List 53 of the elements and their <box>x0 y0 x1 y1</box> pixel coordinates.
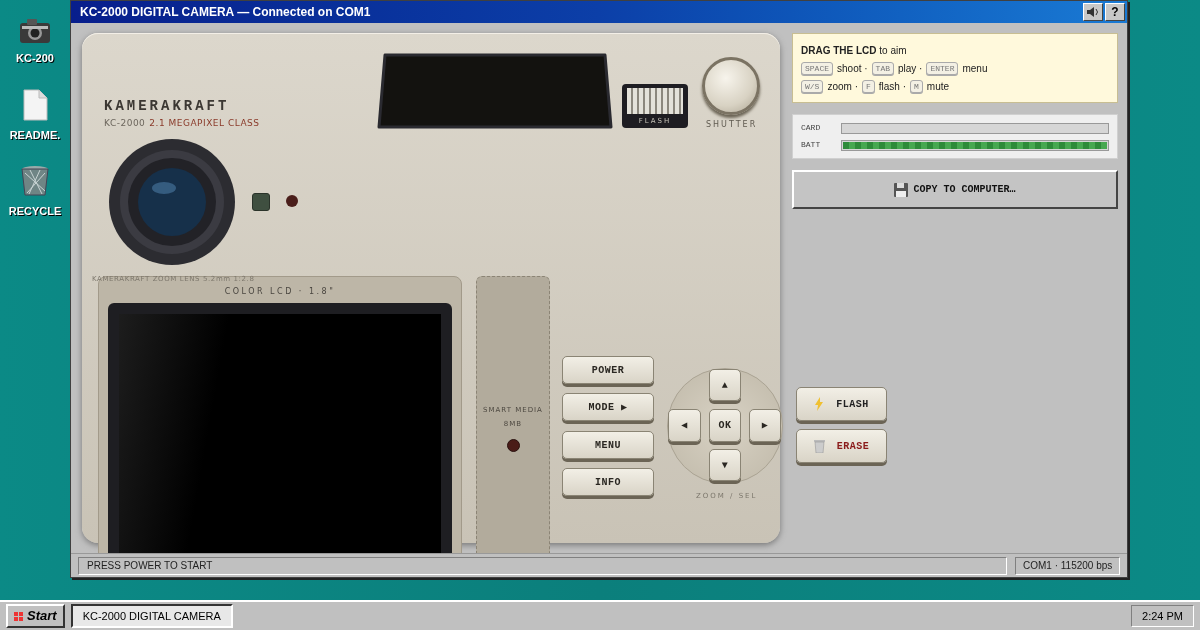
drag-hint: DRAG THE LCD to aim <box>801 44 908 58</box>
status-port: COM1 · 115200 bps <box>1015 556 1120 575</box>
speaker-button[interactable] <box>1083 3 1103 21</box>
window-title: KC-2000 DIGITAL CAMERA — Connected on COM1 <box>80 4 371 21</box>
camera-icon <box>19 18 51 44</box>
key-action: mute <box>926 80 950 94</box>
status-message: PRESS POWER TO START <box>78 556 1007 575</box>
lightning-icon <box>814 397 825 411</box>
start-button[interactable]: Start <box>6 604 65 628</box>
camera-button[interactable]: MENU <box>562 431 654 459</box>
indicator-light <box>252 193 270 211</box>
shutter-label: SHUTTER <box>706 119 758 131</box>
key-action: play · <box>898 62 923 76</box>
camera-button[interactable]: ▼ <box>709 449 741 481</box>
camera-button[interactable]: MODE ▶ <box>562 393 654 421</box>
windows-logo-icon <box>14 611 23 621</box>
meter-label: BATT <box>801 139 822 151</box>
meter-label: CARD <box>801 122 822 134</box>
desktop-icon-label[interactable]: KC-200 <box>16 50 54 67</box>
speaker-icon <box>1086 6 1100 18</box>
document-icon <box>21 88 49 121</box>
card-light <box>506 439 520 452</box>
key-cap: W/S <box>801 80 824 93</box>
trash-icon <box>20 165 50 197</box>
trash-icon <box>813 439 825 453</box>
key-action: flash · <box>878 80 906 94</box>
key-action: menu <box>962 62 988 76</box>
flash-grille <box>627 88 683 114</box>
key-action: zoom · <box>827 80 858 94</box>
key-cap: SPACE <box>801 62 833 75</box>
camera-button[interactable]: POWER <box>562 356 654 384</box>
flash-button[interactable]: FLASH <box>796 387 887 421</box>
camera-button[interactable]: ▶ <box>749 409 781 442</box>
lcd-label: COLOR LCD · 1.8" <box>224 286 336 298</box>
taskbar-button[interactable]: KC-2000 DIGITAL CAMERA <box>70 604 233 628</box>
key-cap: TAB <box>871 62 894 75</box>
desktop-icon-label[interactable]: RECYCLE <box>8 203 62 220</box>
key-action: shoot · <box>837 62 868 76</box>
brand-name: KAMERAKRAFT <box>104 97 230 116</box>
camera-button[interactable]: INFO <box>562 468 654 496</box>
key-cap: F <box>861 80 875 93</box>
help-button[interactable]: ? <box>1105 3 1125 21</box>
key-cap: M <box>910 80 923 93</box>
clock: 2:24 PM <box>1131 605 1194 627</box>
model-label: KC-2000 <box>104 117 146 130</box>
copy-button[interactable]: COPY TO COMPUTER… <box>792 170 1118 209</box>
erase-button[interactable]: ERASE <box>796 429 887 463</box>
camera-button[interactable]: ◀ <box>668 409 701 442</box>
megapixel-label: 2.1 MEGAPIXEL CLASS <box>149 117 260 130</box>
camera-button[interactable]: ▲ <box>709 369 741 401</box>
key-cap: ENTER <box>926 62 959 75</box>
desktop-icon-label[interactable]: README. <box>9 126 61 143</box>
camera-button[interactable]: OK <box>709 409 741 442</box>
